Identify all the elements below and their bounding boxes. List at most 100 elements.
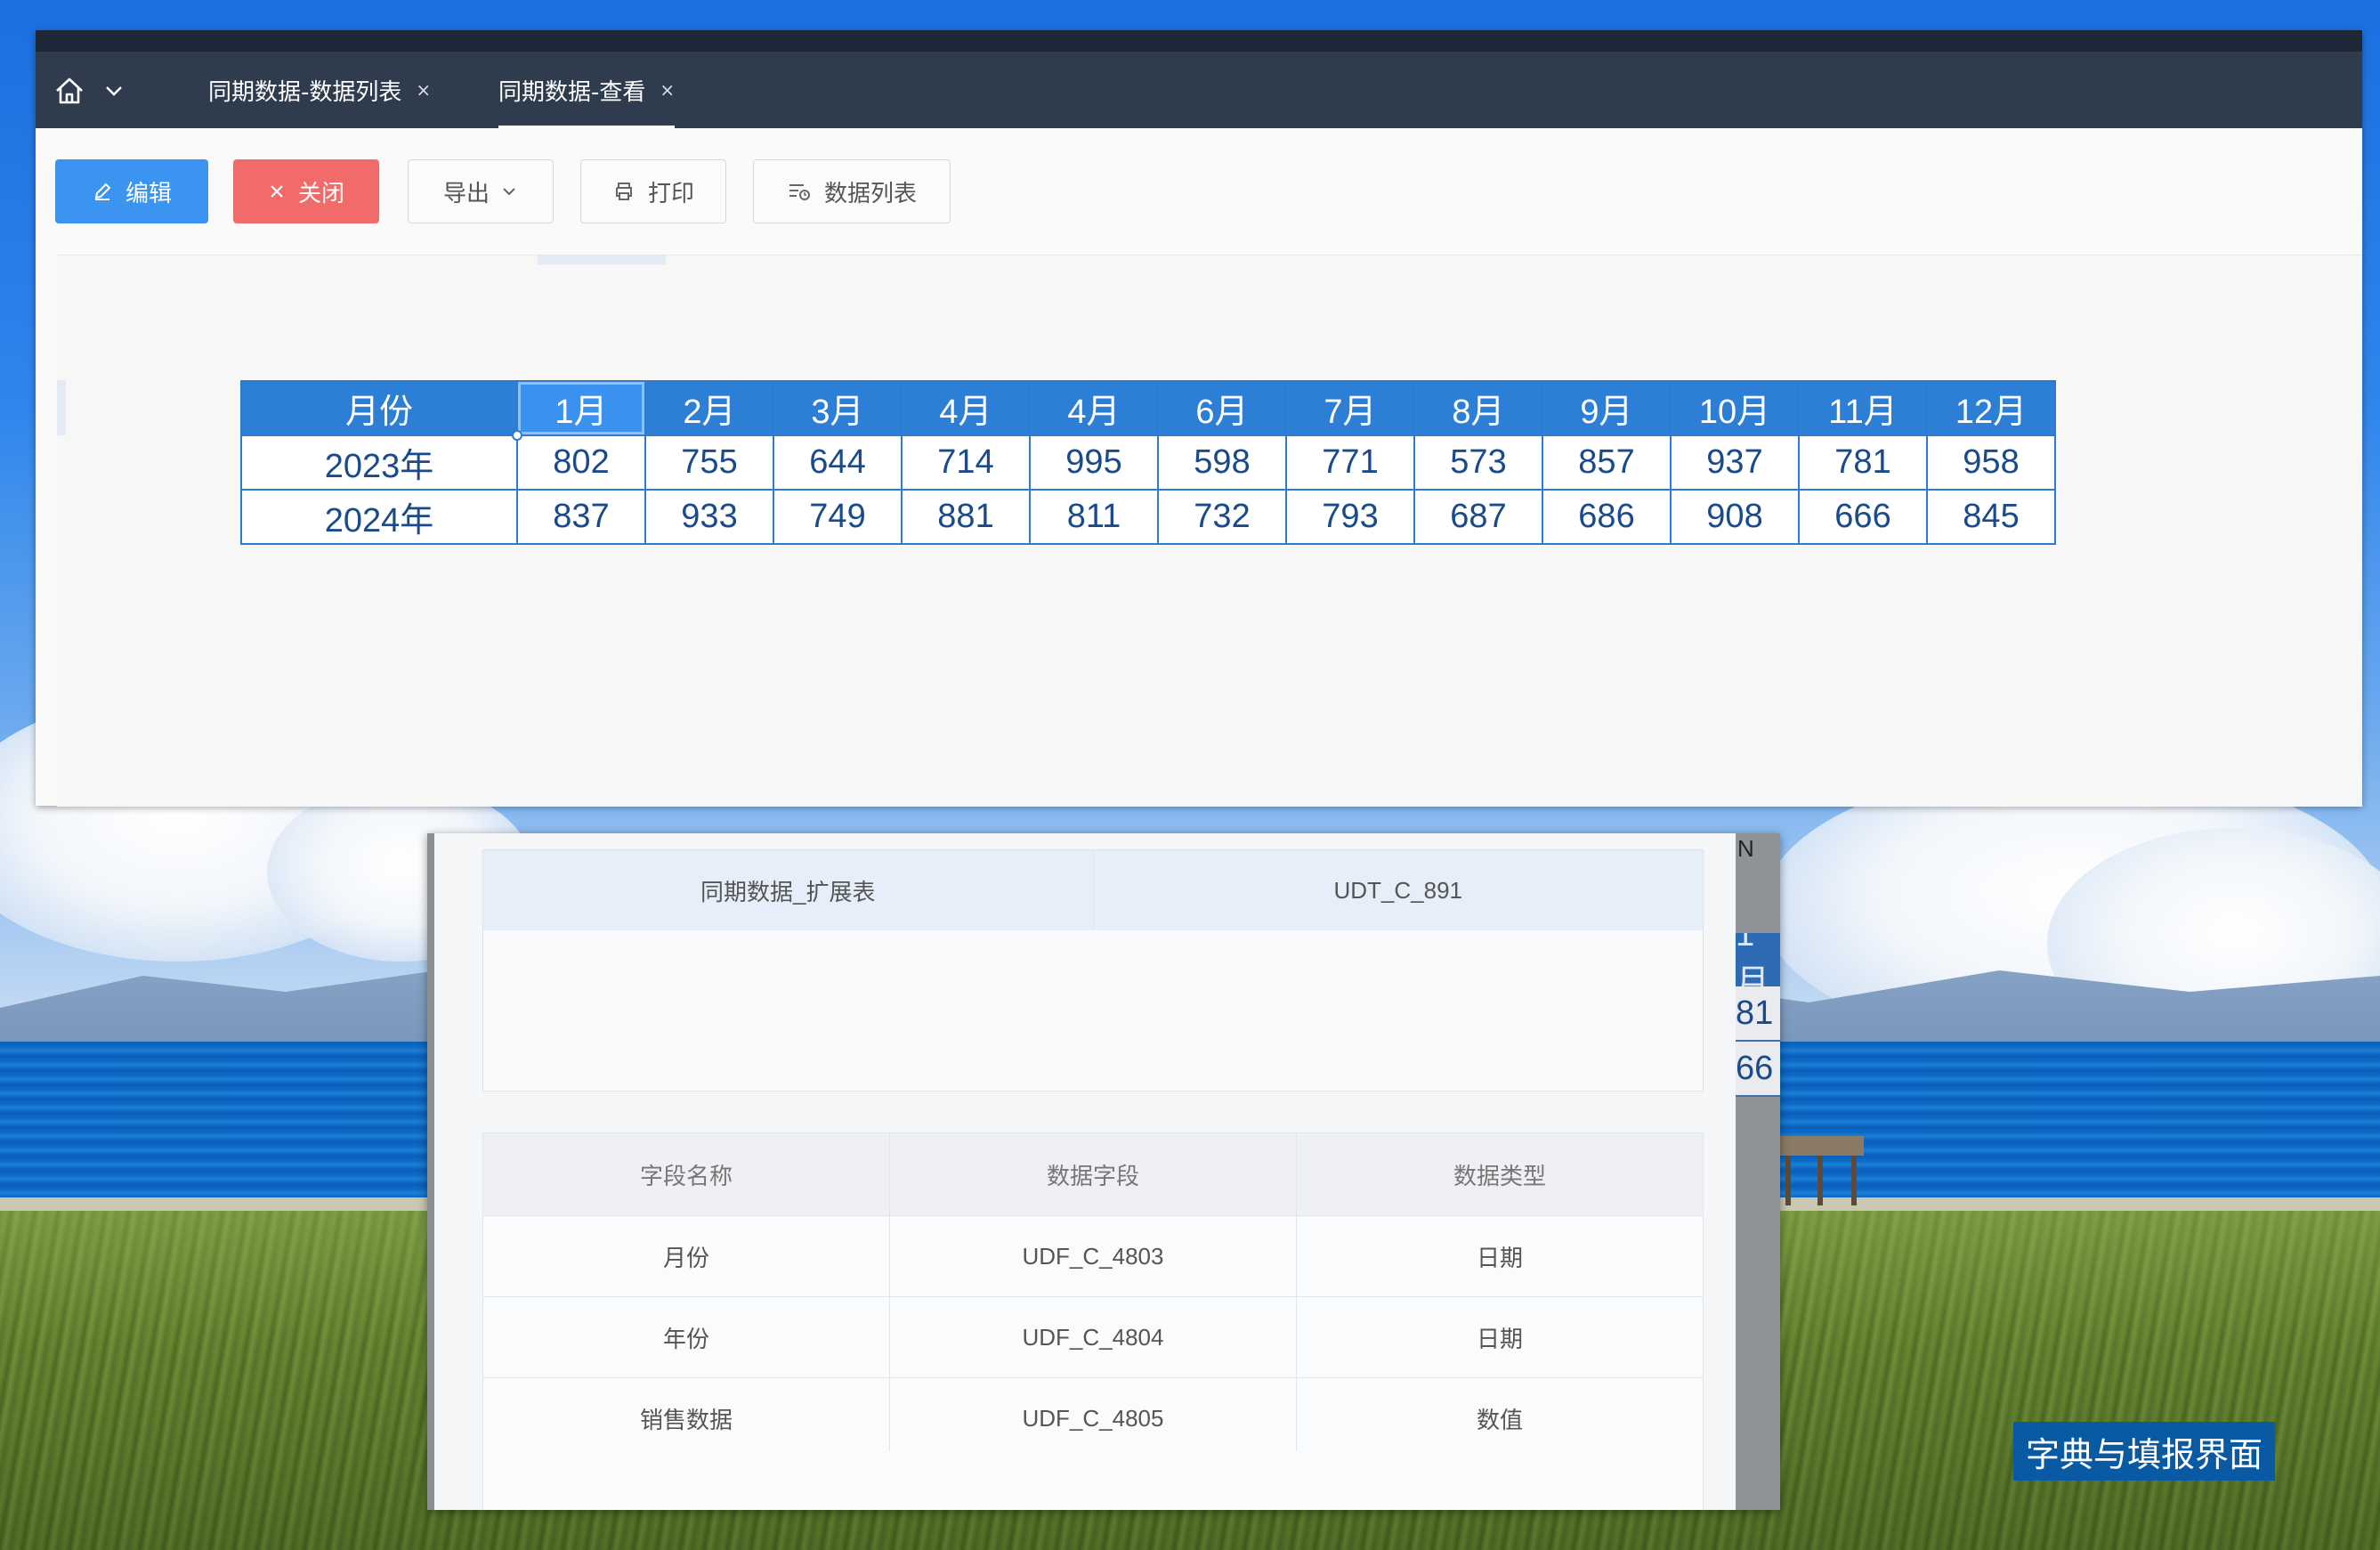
chevron-down-icon xyxy=(503,188,515,196)
field-code: UDF_C_4803 xyxy=(889,1215,1297,1297)
table-cell[interactable]: 755 xyxy=(644,434,774,491)
header-cell[interactable]: 3月 xyxy=(773,380,903,436)
fields-table: 字段名称 数据字段 数据类型 月份 UDF_C_4803 日期 年份 UDF_C… xyxy=(482,1132,1704,1459)
table-row: 2024年 837 933 749 881 811 732 793 687 68… xyxy=(240,489,2056,545)
table-code: UDT_C_891 xyxy=(1333,876,1462,904)
column-header: 字段名称 xyxy=(482,1132,890,1216)
main-window: 同期数据-数据列表 × 同期数据-查看 × 编辑 关闭 导出 打印 数据列表 月… xyxy=(36,30,2362,807)
row-label[interactable]: 2024年 xyxy=(240,489,518,545)
header-cell[interactable]: 7月 xyxy=(1285,380,1415,436)
print-button[interactable]: 打印 xyxy=(580,159,726,223)
table-cell[interactable]: 857 xyxy=(1542,434,1672,491)
field-type: 数值 xyxy=(1296,1377,1704,1459)
content-area: 月份 1月 2月 3月 4月 4月 6月 7月 8月 9月 10月 11月 12… xyxy=(57,255,2362,807)
edit-icon xyxy=(94,183,111,200)
dictionary-window: N 1月 81 66 同期数据_扩展表 UDT_C_891 字段名称 数据字段 … xyxy=(427,833,1780,1510)
tab-bar: 同期数据-数据列表 × 同期数据-查看 × xyxy=(36,52,2362,128)
table-cell[interactable]: 771 xyxy=(1285,434,1415,491)
table-cell[interactable]: 908 xyxy=(1670,489,1800,545)
header-cell[interactable]: 8月 xyxy=(1413,380,1543,436)
table-header-row: 月份 1月 2月 3月 4月 4月 6月 7月 8月 9月 10月 11月 12… xyxy=(240,380,2056,441)
close-button-label: 关闭 xyxy=(297,180,344,207)
fields-header-row: 字段名称 数据字段 数据类型 xyxy=(482,1132,1704,1216)
header-cell-selected[interactable]: 1月 xyxy=(512,380,646,441)
data-list-button[interactable]: 数据列表 xyxy=(753,159,951,223)
tab-close-icon[interactable]: × xyxy=(416,79,431,101)
header-cell[interactable]: 10月 xyxy=(1670,380,1800,436)
tab-close-icon[interactable]: × xyxy=(660,79,675,101)
header-cell[interactable]: 12月 xyxy=(1926,380,2056,436)
field-code: UDF_C_4805 xyxy=(889,1377,1297,1459)
table-cell[interactable]: 573 xyxy=(1413,434,1543,491)
tab-label: 同期数据-查看 xyxy=(498,78,646,106)
table-row[interactable]: 年份 UDF_C_4804 日期 xyxy=(482,1296,1704,1378)
field-code: UDF_C_4804 xyxy=(889,1296,1297,1378)
field-type: 日期 xyxy=(1296,1296,1704,1378)
table-cell[interactable]: 802 xyxy=(516,434,646,491)
table-cell[interactable]: 837 xyxy=(516,489,646,545)
table-info-box: 同期数据_扩展表 UDT_C_891 xyxy=(482,849,1704,1091)
header-cell[interactable]: 6月 xyxy=(1157,380,1287,436)
table-name: 同期数据_扩展表 xyxy=(483,850,1094,930)
table-cell[interactable]: 958 xyxy=(1926,434,2056,491)
table-cell[interactable]: 781 xyxy=(1798,434,1928,491)
home-icon[interactable] xyxy=(52,73,87,109)
table-cell[interactable]: 793 xyxy=(1285,489,1415,545)
window-top-strip xyxy=(36,30,2362,52)
peek-cell: 1月 xyxy=(1736,933,1780,986)
edit-button-label: 编辑 xyxy=(125,180,172,207)
header-cell[interactable]: 11月 xyxy=(1798,380,1928,436)
table-cell[interactable]: 749 xyxy=(773,489,903,545)
table-cell[interactable]: 811 xyxy=(1029,489,1159,545)
caption-label: 字典与填报界面 xyxy=(2013,1422,2276,1481)
column-header: 数据类型 xyxy=(1296,1132,1704,1216)
fill-handle[interactable] xyxy=(512,430,522,441)
table-cell[interactable]: 687 xyxy=(1413,489,1543,545)
table-cell[interactable]: 881 xyxy=(901,489,1031,545)
field-name: 年份 xyxy=(482,1296,890,1378)
header-cell[interactable]: 4月 xyxy=(901,380,1031,436)
table-cell[interactable]: 686 xyxy=(1542,489,1672,545)
table-cell[interactable]: 644 xyxy=(773,434,903,491)
header-cell-month[interactable]: 月份 xyxy=(240,380,518,436)
export-label: 导出 xyxy=(442,180,490,207)
sales-table: 月份 1月 2月 3月 4月 4月 6月 7月 8月 9月 10月 11月 12… xyxy=(240,380,2056,545)
list-icon xyxy=(789,184,810,200)
peek-letter: N xyxy=(1737,835,1754,862)
table-row[interactable]: 销售数据 UDF_C_4805 数值 xyxy=(482,1377,1704,1459)
column-header: 数据字段 xyxy=(889,1132,1297,1216)
table-cell[interactable]: 732 xyxy=(1157,489,1287,545)
empty-row xyxy=(482,1451,1704,1510)
peek-cell: 81 xyxy=(1736,986,1780,1042)
edit-button[interactable]: 编辑 xyxy=(55,159,208,223)
tab-data-list[interactable]: 同期数据-数据列表 × xyxy=(208,52,431,128)
table-row[interactable]: 月份 UDF_C_4803 日期 xyxy=(482,1215,1704,1297)
table-cell[interactable]: 995 xyxy=(1029,434,1159,491)
sheet-tab-indicator xyxy=(538,256,666,264)
header-cell[interactable]: 9月 xyxy=(1542,380,1672,436)
table-cell[interactable]: 845 xyxy=(1926,489,2056,545)
header-cell[interactable]: 2月 xyxy=(644,380,774,436)
field-name: 销售数据 xyxy=(482,1377,890,1459)
tab-view[interactable]: 同期数据-查看 × xyxy=(498,52,676,128)
table-cell[interactable]: 666 xyxy=(1798,489,1928,545)
export-dropdown[interactable]: 导出 xyxy=(408,159,554,223)
field-type: 日期 xyxy=(1296,1215,1704,1297)
peek-cell: 66 xyxy=(1736,1042,1780,1097)
print-label: 打印 xyxy=(647,180,694,207)
table-cell[interactable]: 933 xyxy=(644,489,774,545)
chevron-down-icon[interactable] xyxy=(103,80,125,101)
close-button[interactable]: 关闭 xyxy=(233,159,379,223)
row-label[interactable]: 2023年 xyxy=(240,434,518,491)
data-list-label: 数据列表 xyxy=(823,180,917,207)
tab-label: 同期数据-数据列表 xyxy=(208,78,402,106)
table-cell[interactable]: 598 xyxy=(1157,434,1287,491)
table-cell[interactable]: 714 xyxy=(901,434,1031,491)
close-x-icon xyxy=(271,185,283,198)
print-icon xyxy=(615,183,632,200)
pavilion xyxy=(1778,1136,1864,1207)
table-cell[interactable]: 937 xyxy=(1670,434,1800,491)
field-name: 月份 xyxy=(482,1215,890,1297)
header-cell[interactable]: 4月 xyxy=(1029,380,1159,436)
dictionary-panel: 同期数据_扩展表 UDT_C_891 字段名称 数据字段 数据类型 月份 UDF… xyxy=(434,833,1736,1510)
